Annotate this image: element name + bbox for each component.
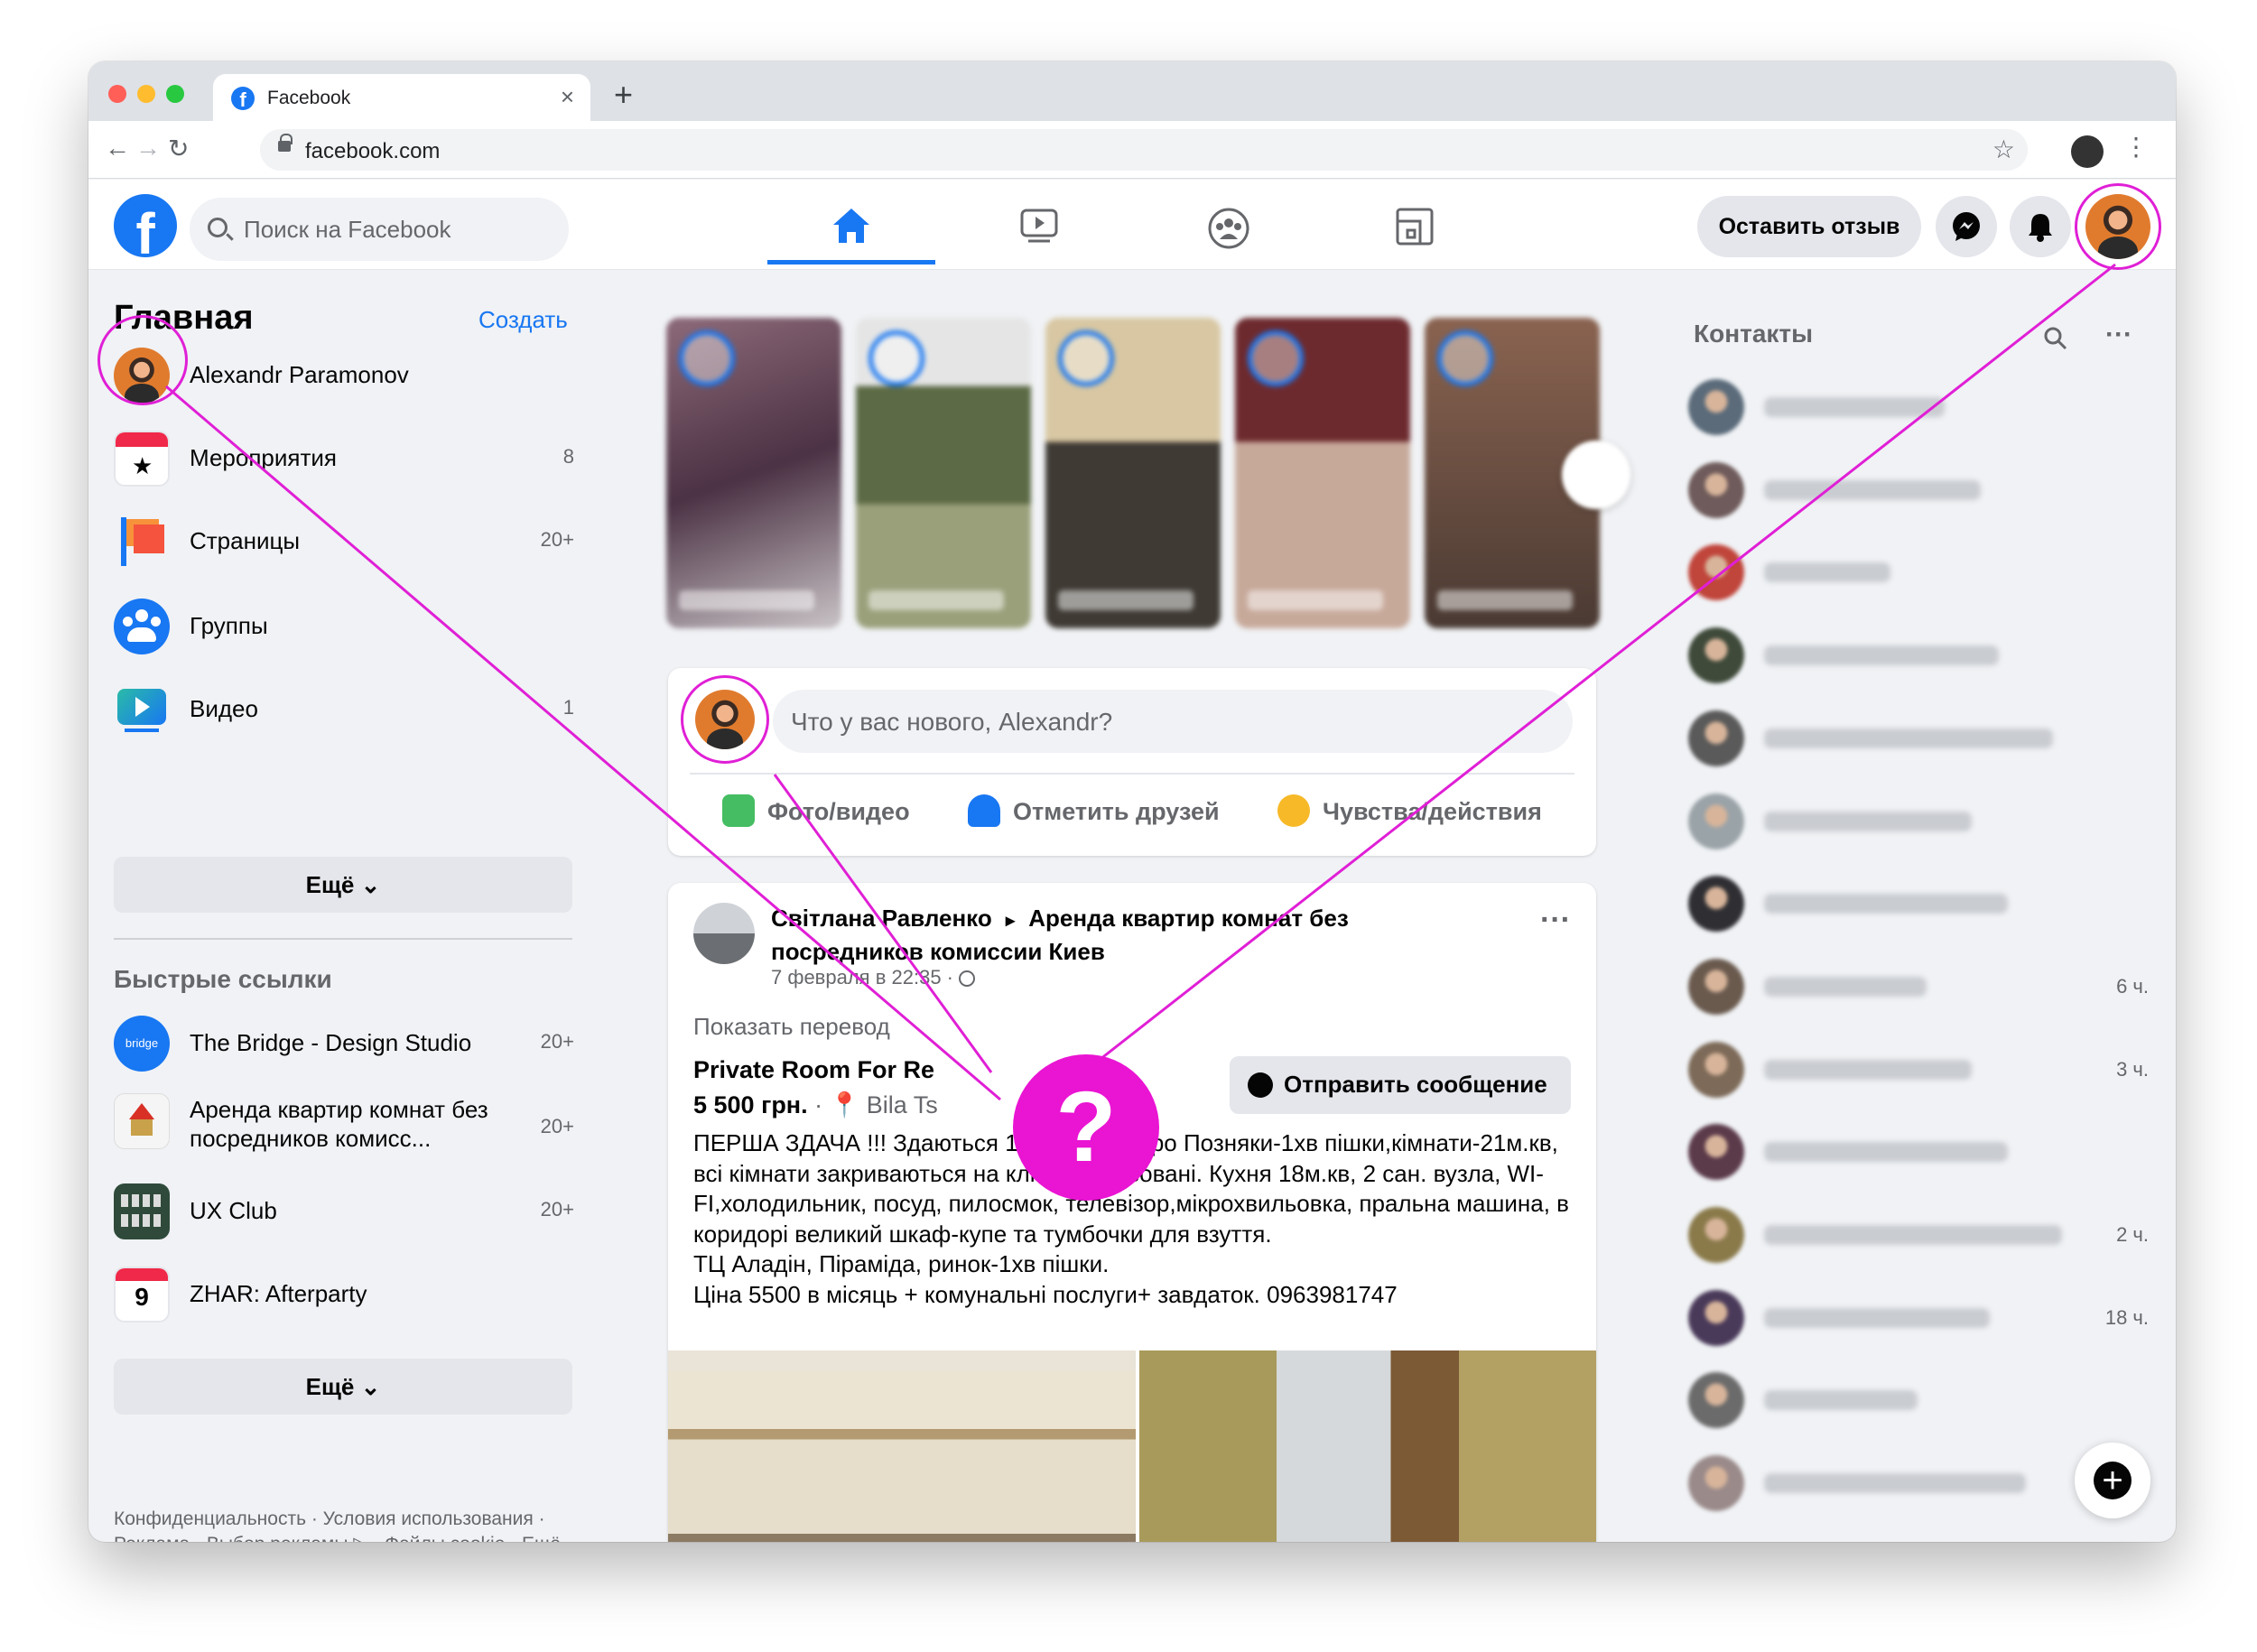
stage: f Facebook × + ← → ↻ facebook.com ☆ ⋮ f … <box>0 0 2257 1652</box>
annotation-line <box>773 774 993 1073</box>
annotation-lines <box>165 263 2116 1101</box>
browser-window: f Facebook × + ← → ↻ facebook.com ☆ ⋮ f … <box>88 61 2176 1542</box>
annotation-line <box>165 385 1001 1101</box>
question-badge: ? <box>1013 1054 1159 1201</box>
annotation-line <box>1054 263 2116 1097</box>
